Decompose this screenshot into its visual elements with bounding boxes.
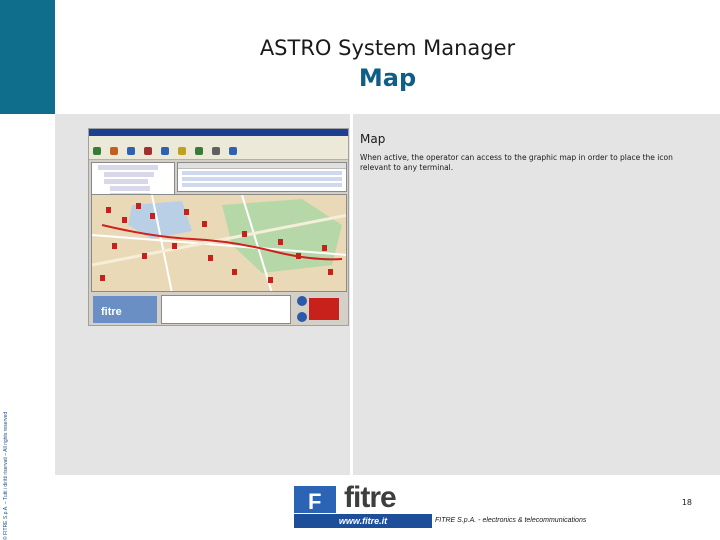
list-row xyxy=(182,171,342,175)
slide-header: ASTRO System Manager Map xyxy=(55,0,720,114)
content-divider xyxy=(350,114,353,475)
section-title: Map xyxy=(360,132,386,146)
toolbar-icon xyxy=(127,146,135,155)
terminal-list-panel xyxy=(177,162,347,192)
fitre-cloud-logo-icon: fitre xyxy=(93,296,157,323)
section-description: When active, the operator can access to … xyxy=(360,153,673,172)
screenshot-logo-text: fitre xyxy=(101,306,122,318)
screenshot-status-panel: fitre xyxy=(91,294,347,325)
toolbar-icon xyxy=(195,146,203,155)
toolbar-icon xyxy=(212,146,220,155)
screenshot-toolbar xyxy=(89,142,348,160)
tree-item xyxy=(98,165,158,170)
fitre-logo: F fitre xyxy=(294,481,432,514)
toolbar-icon xyxy=(178,146,186,155)
page-number: 18 xyxy=(681,498,692,507)
screenshot-titlebar xyxy=(89,129,348,136)
left-accent-bar xyxy=(0,0,55,114)
copyright-notice: © FITRE S.p.A. – Tutti i diritti riserva… xyxy=(3,411,9,540)
screenshot-info-table xyxy=(161,295,291,324)
toolbar-icon xyxy=(144,146,152,155)
toolbar-icon xyxy=(93,146,101,155)
list-row xyxy=(182,177,342,181)
footer-company: FITRE S.p.A. - electronics & telecommuni… xyxy=(433,514,664,528)
graphic-map xyxy=(91,194,347,292)
fitre-logo-mark-icon: F xyxy=(294,486,336,514)
list-row xyxy=(182,183,342,187)
fitre-logo-wordmark: fitre xyxy=(344,481,397,514)
list-header xyxy=(178,163,346,169)
toolbar-icon xyxy=(229,146,237,155)
toolbar-icon xyxy=(110,146,118,155)
tree-item xyxy=(110,186,150,191)
application-screenshot: fitre xyxy=(88,128,349,326)
globe-icon xyxy=(297,296,307,306)
map-graphic xyxy=(92,195,346,291)
slide-title: ASTRO System Manager xyxy=(259,36,516,60)
slide-subtitle: Map xyxy=(358,64,417,92)
footer-url[interactable]: www.fitre.it xyxy=(294,514,432,528)
tree-item xyxy=(104,172,154,177)
alarm-panel-icon xyxy=(309,298,339,320)
tree-item xyxy=(104,179,148,184)
toolbar-icon xyxy=(161,146,169,155)
globe-icon xyxy=(297,312,307,322)
